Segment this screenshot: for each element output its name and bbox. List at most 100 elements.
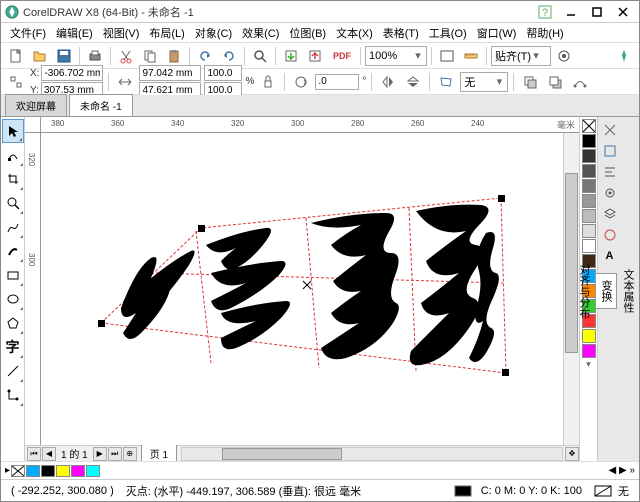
pick-tool[interactable]: [2, 119, 24, 143]
menu-view[interactable]: 视图(V): [98, 25, 145, 41]
save-button[interactable]: [53, 45, 75, 67]
menu-file[interactable]: 文件(F): [5, 25, 51, 41]
front-button[interactable]: [519, 71, 541, 93]
lock-ratio-button[interactable]: [257, 71, 279, 93]
doc-swatch[interactable]: [26, 465, 40, 477]
docker-gear-icon[interactable]: [601, 184, 619, 202]
nav-last[interactable]: ⏭: [108, 447, 122, 461]
search-button[interactable]: [249, 45, 271, 67]
swatch[interactable]: [582, 194, 596, 208]
menu-bitmap[interactable]: 位图(B): [284, 25, 331, 41]
tab-document[interactable]: 未命名 -1: [69, 94, 133, 116]
doc-swatch-none[interactable]: [11, 465, 25, 477]
swatch-none[interactable]: [582, 119, 596, 133]
ellipse-tool[interactable]: [2, 287, 24, 311]
doc-palette-more[interactable]: ▸: [5, 465, 10, 476]
ruler-vertical[interactable]: 320 300: [25, 133, 41, 445]
options-button[interactable]: [553, 45, 575, 67]
text-tool[interactable]: 字: [2, 335, 24, 359]
nav-first[interactable]: ⏮: [27, 447, 41, 461]
vscrollbar[interactable]: [563, 133, 579, 445]
doc-swatch[interactable]: [86, 465, 100, 477]
menu-effects[interactable]: 效果(C): [237, 25, 284, 41]
scale-x-field[interactable]: [204, 65, 242, 81]
swatch[interactable]: [582, 209, 596, 223]
artwork-calligraphy[interactable]: [81, 173, 511, 393]
open-button[interactable]: [29, 45, 51, 67]
doc-swatch[interactable]: [56, 465, 70, 477]
docker-tab-text[interactable]: 文本属性: [617, 262, 639, 320]
pdf-button[interactable]: PDF: [328, 45, 356, 67]
nav-add-page[interactable]: ⊕: [123, 447, 137, 461]
new-button[interactable]: [5, 45, 27, 67]
docker-align-icon[interactable]: [601, 163, 619, 181]
mirror-v-button[interactable]: [402, 71, 424, 93]
parallel-dim-tool[interactable]: [2, 359, 24, 383]
export-button[interactable]: [304, 45, 326, 67]
swatch[interactable]: [582, 134, 596, 148]
maximize-button[interactable]: [585, 3, 609, 21]
doc-palette-scroll[interactable]: ◀ ▶ »: [609, 465, 636, 476]
docker-color-icon[interactable]: [601, 226, 619, 244]
swatch[interactable]: [582, 164, 596, 178]
menu-object[interactable]: 对象(C): [190, 25, 237, 41]
minimize-button[interactable]: [559, 3, 583, 21]
snap-combo[interactable]: 贴齐(T)▾: [491, 46, 551, 66]
copy-button[interactable]: [139, 45, 161, 67]
rectangle-tool[interactable]: [2, 263, 24, 287]
shape-tool[interactable]: [2, 143, 24, 167]
menu-layout[interactable]: 布局(L): [144, 25, 189, 41]
rotation-field[interactable]: [315, 74, 359, 90]
freehand-tool[interactable]: [2, 215, 24, 239]
swatch[interactable]: [582, 224, 596, 238]
wrap-mode-combo[interactable]: 无▾: [460, 72, 508, 92]
menu-text[interactable]: 文本(X): [331, 25, 378, 41]
zoom-tool[interactable]: [2, 191, 24, 215]
zoom-combo[interactable]: 100%▾: [365, 46, 427, 66]
hscrollbar[interactable]: [181, 447, 563, 461]
import-button[interactable]: [280, 45, 302, 67]
nav-prev[interactable]: ◀: [42, 447, 56, 461]
redo-button[interactable]: [218, 45, 240, 67]
docker-tab-transform[interactable]: 变换: [595, 273, 617, 309]
doc-swatch[interactable]: [41, 465, 55, 477]
menu-tools[interactable]: 工具(O): [424, 25, 472, 41]
artistic-media-tool[interactable]: [2, 239, 24, 263]
convert-curves-button[interactable]: [569, 71, 591, 93]
menu-table[interactable]: 表格(T): [378, 25, 424, 41]
close-button[interactable]: [611, 3, 635, 21]
nav-next[interactable]: ▶: [93, 447, 107, 461]
launch-button[interactable]: [613, 45, 635, 67]
menu-edit[interactable]: 编辑(E): [51, 25, 98, 41]
print-button[interactable]: [84, 45, 106, 67]
help-mini-icon[interactable]: ?: [533, 3, 557, 21]
doc-swatch[interactable]: [71, 465, 85, 477]
pos-x-field[interactable]: [41, 65, 103, 81]
docker-layers-icon[interactable]: [601, 205, 619, 223]
nav-pan[interactable]: ✥: [565, 447, 579, 461]
paste-button[interactable]: [163, 45, 185, 67]
swatch[interactable]: [582, 329, 596, 343]
docker-transform-icon[interactable]: [601, 142, 619, 160]
width-field[interactable]: [139, 65, 201, 81]
back-button[interactable]: [544, 71, 566, 93]
palette-more[interactable]: ▾: [586, 359, 591, 370]
ruler-horizontal[interactable]: 380 360 340 320 300 280 260 240 毫米: [41, 117, 579, 133]
crop-tool[interactable]: [2, 167, 24, 191]
docker-text-icon[interactable]: A: [601, 247, 619, 265]
swatch[interactable]: [582, 149, 596, 163]
fullscreen-button[interactable]: [436, 45, 458, 67]
cut-button[interactable]: [115, 45, 137, 67]
connector-tool[interactable]: [2, 383, 24, 407]
undo-button[interactable]: [194, 45, 216, 67]
mirror-h-button[interactable]: [377, 71, 399, 93]
menu-window[interactable]: 窗口(W): [472, 25, 522, 41]
tab-welcome[interactable]: 欢迎屏幕: [5, 94, 67, 116]
menu-help[interactable]: 帮助(H): [521, 25, 568, 41]
swatch[interactable]: [582, 239, 596, 253]
swatch[interactable]: [582, 344, 596, 358]
canvas[interactable]: [41, 133, 579, 445]
polygon-tool[interactable]: [2, 311, 24, 335]
docker-close-icon[interactable]: [601, 121, 619, 139]
swatch[interactable]: [582, 179, 596, 193]
